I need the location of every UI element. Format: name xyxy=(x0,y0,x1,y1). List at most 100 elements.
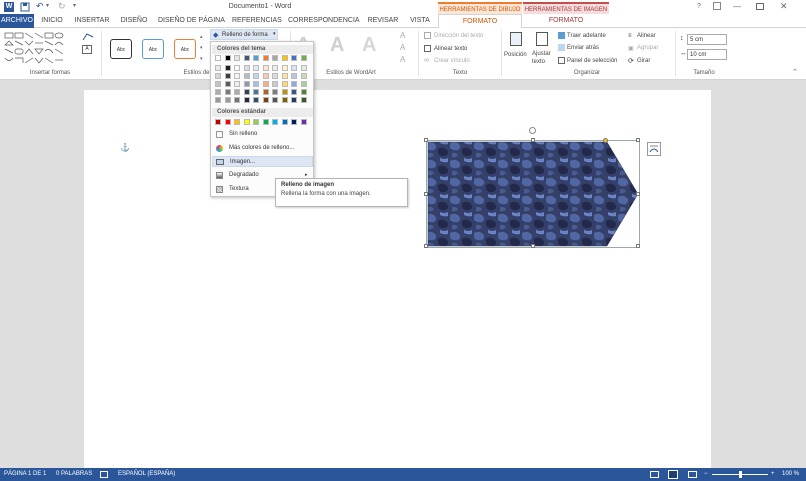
theme-color-swatch[interactable] xyxy=(215,73,221,79)
standard-color-swatch[interactable] xyxy=(243,119,250,125)
page-count[interactable]: PÁGINA 1 DE 1 xyxy=(4,468,46,481)
theme-color-swatch[interactable] xyxy=(243,73,250,79)
shapes-gallery[interactable] xyxy=(3,31,77,67)
standard-color-swatch[interactable] xyxy=(234,119,240,125)
picture-fill-item[interactable]: Imagen... xyxy=(212,156,313,167)
proofing-icon[interactable] xyxy=(100,471,108,478)
ribbon-display-icon[interactable] xyxy=(713,2,721,10)
theme-color-swatch[interactable] xyxy=(291,65,297,71)
theme-color-swatch[interactable] xyxy=(281,97,288,103)
theme-color-swatch[interactable] xyxy=(234,89,240,95)
theme-color-swatch[interactable] xyxy=(262,65,269,71)
tab-diseno[interactable]: DISEÑO xyxy=(118,14,150,28)
close-icon[interactable]: ✕ xyxy=(780,1,788,12)
theme-color-swatch[interactable] xyxy=(234,65,240,71)
theme-color-swatch[interactable] xyxy=(272,65,278,71)
tab-diseno-pagina[interactable]: DISEÑO DE PÁGINA xyxy=(158,14,225,28)
girar-button[interactable]: Girar xyxy=(637,58,650,64)
tab-formato-imagen[interactable]: FORMATO xyxy=(523,14,609,28)
zoom-in-icon[interactable]: + xyxy=(771,468,775,481)
more-fill-colors-item[interactable]: Más colores de relleno... xyxy=(212,143,313,154)
minimize-icon[interactable]: — xyxy=(733,2,741,11)
theme-color-swatch[interactable] xyxy=(272,55,278,61)
agrupar-button[interactable]: Agrupar xyxy=(637,45,658,51)
standard-color-swatch[interactable] xyxy=(224,119,231,125)
theme-color-swatch[interactable] xyxy=(243,81,250,87)
theme-color-swatch[interactable] xyxy=(300,97,307,103)
shape-style-1[interactable]: Abc xyxy=(110,39,132,59)
standard-color-swatch[interactable] xyxy=(215,119,221,125)
tab-revisar[interactable]: REVISAR xyxy=(366,14,400,28)
layout-options-icon[interactable] xyxy=(647,142,661,156)
crear-vinculo-button[interactable]: Crear vínculo xyxy=(434,58,470,64)
theme-color-swatch[interactable] xyxy=(243,65,250,71)
theme-color-swatch[interactable] xyxy=(291,81,297,87)
tab-formato-dibujo[interactable]: FORMATO xyxy=(438,14,522,29)
standard-color-swatch[interactable] xyxy=(253,119,259,125)
theme-color-swatch[interactable] xyxy=(224,55,231,61)
resize-handle[interactable] xyxy=(531,138,535,142)
theme-color-swatch[interactable] xyxy=(224,81,231,87)
theme-color-swatch[interactable] xyxy=(224,65,231,71)
standard-color-swatch[interactable] xyxy=(272,119,278,125)
theme-color-swatch[interactable] xyxy=(300,81,307,87)
text-box-icon[interactable]: A xyxy=(82,45,92,54)
theme-color-swatch[interactable] xyxy=(291,97,297,103)
theme-color-swatch[interactable] xyxy=(234,97,240,103)
theme-color-swatch[interactable] xyxy=(262,97,269,103)
theme-color-swatch[interactable] xyxy=(243,89,250,95)
traer-adelante-button[interactable]: Traer adelante xyxy=(567,33,606,39)
styles-gallery-scroll-icon[interactable]: ▴ ▾ ▾ xyxy=(200,32,206,66)
tab-correspondencia[interactable]: CORRESPONDENCIA xyxy=(288,14,360,28)
wordart-style-2[interactable]: A xyxy=(330,34,344,57)
shape-style-2[interactable]: Abc xyxy=(142,39,164,59)
theme-color-swatch[interactable] xyxy=(253,73,259,79)
shape-width-input[interactable]: 10 cm xyxy=(687,49,727,60)
help-icon[interactable]: ? xyxy=(697,3,701,10)
standard-color-swatch[interactable] xyxy=(291,119,297,125)
language-indicator[interactable]: ESPAÑOL (ESPAÑA) xyxy=(118,468,175,481)
theme-color-swatch[interactable] xyxy=(234,81,240,87)
theme-color-swatch[interactable] xyxy=(243,97,250,103)
theme-color-swatch[interactable] xyxy=(234,73,240,79)
resize-handle[interactable] xyxy=(636,138,640,142)
theme-color-swatch[interactable] xyxy=(291,89,297,95)
standard-color-swatch[interactable] xyxy=(300,119,307,125)
direccion-texto-button[interactable]: Dirección del texto xyxy=(434,33,483,39)
shape-height-input[interactable]: 5 cm xyxy=(687,34,727,45)
word-count[interactable]: 0 PALABRAS xyxy=(56,468,92,481)
enviar-atras-button[interactable]: Enviar atrás xyxy=(567,45,599,51)
maximize-icon[interactable] xyxy=(756,3,764,10)
theme-color-swatch[interactable] xyxy=(253,89,259,95)
standard-color-swatch[interactable] xyxy=(262,119,269,125)
theme-color-swatch[interactable] xyxy=(281,81,288,87)
theme-color-swatch[interactable] xyxy=(253,97,259,103)
text-outline-icon[interactable]: A xyxy=(400,43,405,52)
tab-referencias[interactable]: REFERENCIAS xyxy=(232,14,282,28)
resize-handle[interactable] xyxy=(424,138,428,142)
panel-seleccion-button[interactable]: Panel de selección xyxy=(567,58,617,64)
rotate-handle-icon[interactable] xyxy=(529,127,536,134)
theme-color-swatch[interactable] xyxy=(224,97,231,103)
zoom-level[interactable]: 100 % xyxy=(782,468,799,481)
theme-color-swatch[interactable] xyxy=(272,73,278,79)
theme-color-swatch[interactable] xyxy=(262,55,269,61)
theme-color-swatch[interactable] xyxy=(300,55,307,61)
text-fill-icon[interactable]: A xyxy=(400,31,405,40)
standard-color-swatch[interactable] xyxy=(281,119,288,125)
theme-color-swatch[interactable] xyxy=(272,81,278,87)
posicion-button[interactable]: Posición xyxy=(504,52,527,58)
resize-handle[interactable] xyxy=(424,244,428,248)
web-layout-icon[interactable] xyxy=(688,471,697,478)
text-effects-icon[interactable]: A xyxy=(400,55,405,64)
edit-shape-icon[interactable] xyxy=(82,32,94,42)
theme-color-swatch[interactable] xyxy=(215,65,221,71)
adjust-handle[interactable] xyxy=(603,138,608,143)
wordart-style-3[interactable]: A xyxy=(362,34,376,57)
zoom-slider-thumb[interactable] xyxy=(739,471,742,478)
ajustar-texto-button[interactable]: Ajustar texto xyxy=(532,50,554,66)
pentagon-shape[interactable] xyxy=(424,127,640,248)
theme-color-swatch[interactable] xyxy=(272,97,278,103)
theme-color-swatch[interactable] xyxy=(272,89,278,95)
theme-color-swatch[interactable] xyxy=(262,81,269,87)
